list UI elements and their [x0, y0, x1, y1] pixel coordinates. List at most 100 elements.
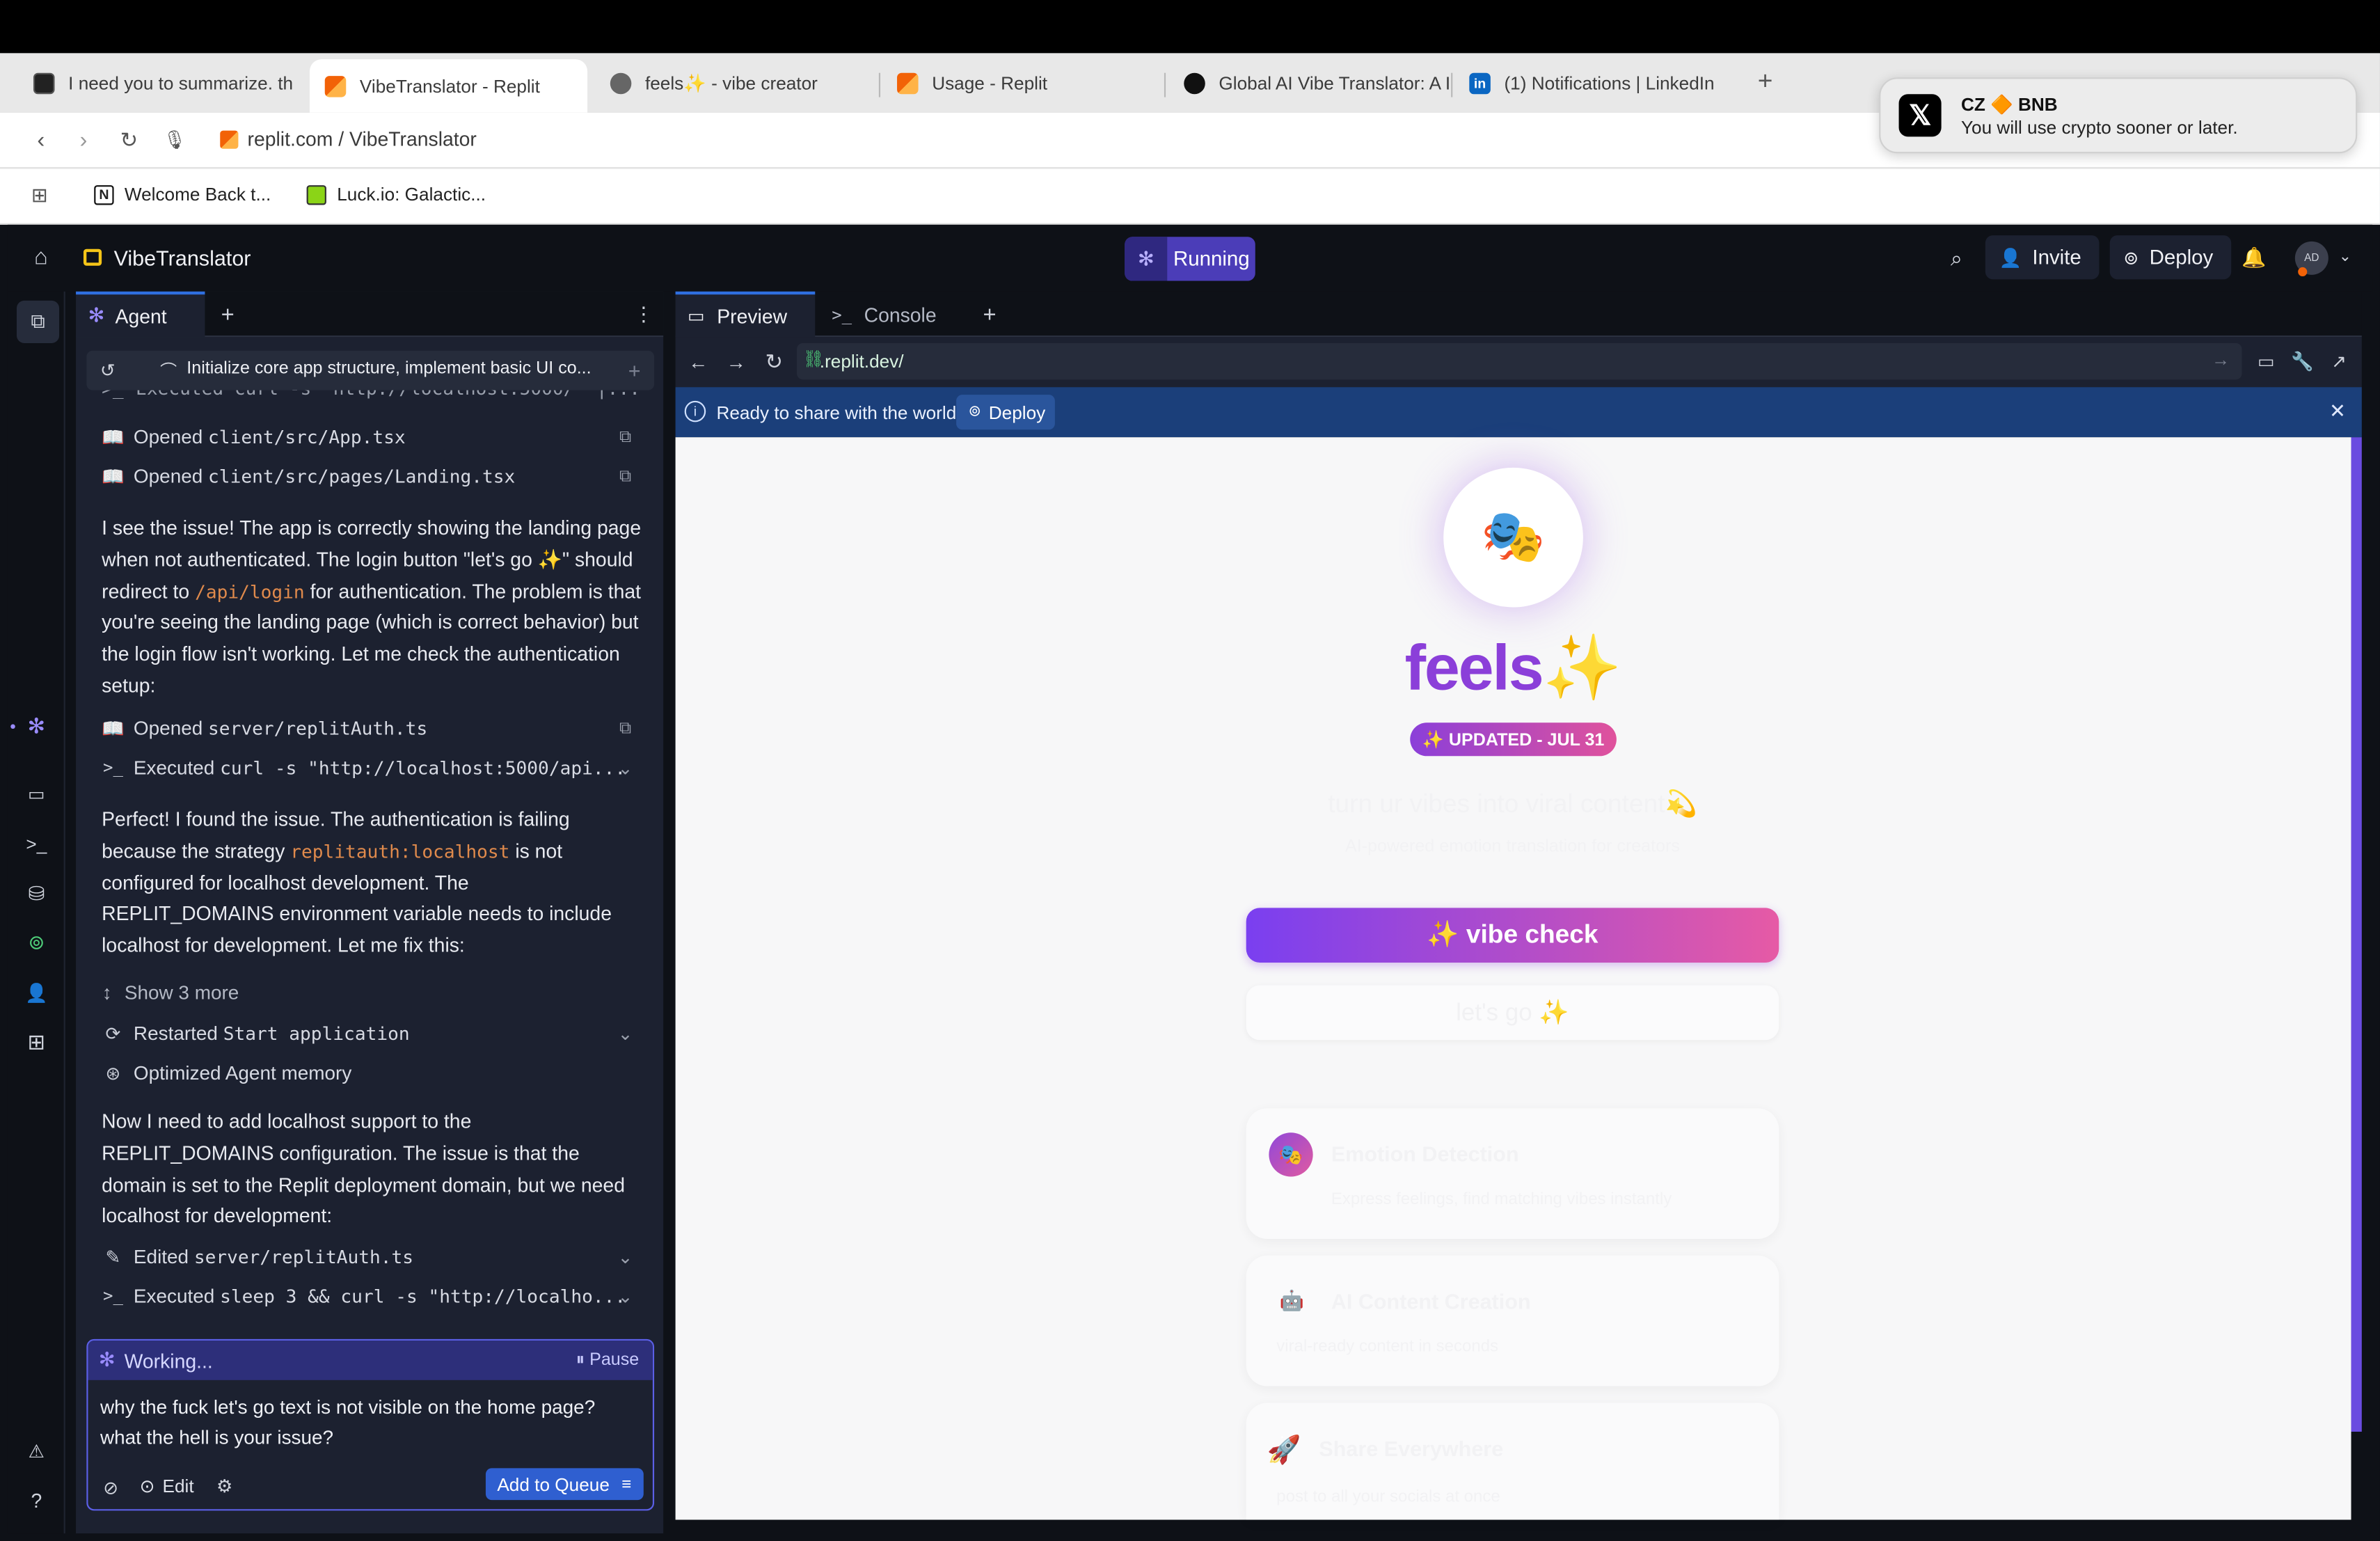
working-label: Working...	[124, 1349, 213, 1372]
executed-command-row[interactable]: >_ Executed sleep 3 && curl -s "http://l…	[102, 1284, 626, 1307]
inline-code: replitauth:localhost	[290, 840, 510, 862]
feature-desc: viral-ready content in seconds	[1276, 1337, 1499, 1356]
back-arrow-icon[interactable]: ‹	[27, 126, 54, 153]
chevron-down-icon[interactable]: ⌄	[614, 757, 636, 779]
agent-icon[interactable]: ✻	[24, 713, 49, 738]
bookmark-item[interactable]: Luck.io: Galactic...	[306, 184, 486, 205]
new-tab-icon[interactable]: ⧉	[16, 300, 60, 343]
browser-tab[interactable]: in (1) Notifications | LinkedIn	[1454, 59, 1736, 106]
help-icon[interactable]: ?	[24, 1488, 49, 1512]
inline-code: /api/login	[195, 580, 305, 603]
tab-agent[interactable]: ✻ Agent	[76, 291, 205, 338]
history-icon[interactable]: ↺	[95, 358, 120, 383]
edit-mode-button[interactable]: ⊙ Edit	[140, 1476, 194, 1497]
working-status-bar: ✻ Working... ⏸ Pause	[88, 1341, 653, 1380]
console-icon[interactable]: >_	[24, 832, 49, 856]
devices-icon[interactable]: ▭	[2254, 349, 2278, 374]
replit-agent-icon: ✻	[1125, 237, 1168, 281]
opened-file-row[interactable]: 📖 Opened client/src/pages/Landing.tsx	[102, 464, 515, 487]
search-icon[interactable]: ⌕	[1944, 245, 1969, 270]
chevron-down-icon[interactable]: ⌄	[614, 1247, 636, 1268]
bell-icon[interactable]: 🔔	[2242, 246, 2266, 270]
pause-button[interactable]: ⏸ Pause	[576, 1350, 640, 1370]
deployments-icon[interactable]: ⊚	[24, 931, 49, 955]
add-to-queue-button[interactable]: Add to Queue ≡	[484, 1468, 644, 1501]
opened-file-row[interactable]: 📖 Opened client/src/App.tsx	[102, 425, 406, 448]
back-arrow-icon[interactable]: ←	[686, 349, 711, 374]
book-icon: 📖	[102, 717, 125, 739]
browser-tab-active[interactable]: VibeTranslator - Replit	[309, 59, 588, 113]
run-status-button[interactable]: ✻ Running	[1125, 237, 1255, 281]
restarted-row[interactable]: ⟳ Restarted Start application	[102, 1022, 410, 1045]
browser-tab[interactable]: Usage - Replit	[882, 59, 1164, 106]
row-path: curl -s "http://localhost:5000/api...	[220, 757, 626, 778]
deploy-button[interactable]: ⊚ Deploy	[2109, 235, 2232, 280]
all-tools-grid-icon[interactable]: ⊞	[24, 1029, 49, 1054]
chevron-down-icon[interactable]: ⌄	[614, 1023, 636, 1045]
agent-message-input[interactable]: why the fuck let's go text is not visibl…	[100, 1392, 617, 1451]
new-tab-plus-icon[interactable]: +	[1752, 67, 1779, 95]
bookmark-item[interactable]: N Welcome Back t...	[94, 184, 271, 205]
tab-console[interactable]: >_ Console	[820, 292, 960, 337]
emotion-detection-icon: 🎭	[1269, 1132, 1313, 1177]
lets-go-button[interactable]: let's go ✨	[1246, 985, 1779, 1041]
row-prefix: Restarted	[133, 1022, 218, 1045]
executed-command-row[interactable]: >_ Executed curl -s "http://localhost:50…	[102, 756, 626, 779]
row-path: sleep 3 && curl -s "http://localho...	[220, 1285, 626, 1307]
chevron-down-icon[interactable]: ⌄	[2336, 246, 2354, 267]
agent-history-bar[interactable]: ↺ ⌒ Initialize core app structure, imple…	[86, 350, 655, 390]
settings-sliders-icon[interactable]: ⚙	[214, 1476, 236, 1497]
reload-icon[interactable]: ↻	[116, 126, 143, 153]
tab-preview[interactable]: ▭ Preview	[675, 291, 816, 338]
preview-url-input[interactable]: ⛓ .replit.dev/ →	[797, 342, 2242, 380]
open-new-window-icon[interactable]: ↗	[2327, 349, 2351, 374]
banner-deploy-button[interactable]: ⊚ Deploy	[956, 395, 1055, 430]
edited-file-row[interactable]: ✎ Edited server/replitAuth.ts	[102, 1245, 414, 1268]
more-options-icon[interactable]: ⋮	[633, 302, 655, 326]
replit-favicon-icon	[897, 72, 919, 94]
project-name[interactable]: VibeTranslator	[114, 246, 251, 270]
row-text: Optimized Agent memory	[133, 1061, 352, 1084]
edit-file-icon: ✎	[105, 1245, 121, 1267]
terminal-icon: >_	[103, 757, 123, 777]
reload-icon[interactable]: ↻	[762, 349, 786, 374]
add-tab-plus-icon[interactable]: +	[216, 301, 240, 327]
terminal-icon: >_	[103, 1286, 123, 1306]
feature-title: Emotion Detection	[1331, 1141, 1519, 1167]
checkpoint-icon: ⌒	[160, 363, 177, 381]
app-tagline: turn ur vibes into viral content💫	[1328, 789, 1697, 819]
close-icon[interactable]: ✕	[2327, 400, 2349, 422]
preview-monitor-icon[interactable]: ▭	[24, 782, 49, 806]
go-arrow-icon[interactable]: →	[2212, 349, 2230, 371]
forward-arrow-icon[interactable]: ›	[70, 126, 97, 153]
x-notification-popup[interactable]: 𝕏 CZ 🔶 BNB You will use crypto sooner or…	[1879, 77, 2358, 154]
forward-arrow-icon[interactable]: →	[724, 349, 748, 374]
preview-scrollbar[interactable]	[2351, 437, 2362, 1432]
add-tab-plus-icon[interactable]: +	[978, 301, 1002, 327]
apps-grid-icon[interactable]: ⊞	[29, 184, 50, 207]
browser-tab[interactable]: I need you to summarize. th	[18, 59, 301, 106]
system-menu-bar	[0, 0, 2380, 54]
feature-card: 🤖 AI Content Creation viral-ready conten…	[1246, 1255, 1779, 1386]
tab-label: Usage - Replit	[932, 72, 1048, 94]
invite-button[interactable]: 👤 Invite	[1985, 235, 2100, 280]
open-file-icon[interactable]: ⧉	[614, 466, 636, 488]
database-icon[interactable]: ⛁	[24, 882, 49, 906]
new-chat-plus-icon[interactable]: +	[622, 358, 646, 383]
show-more-button[interactable]: ↕ Show 3 more	[95, 981, 239, 1004]
browser-tab[interactable]: feels✨ - vibe creator	[595, 59, 878, 106]
user-check-icon[interactable]: 👤	[24, 981, 49, 1005]
browser-tab[interactable]: Global AI Vibe Translator: A I	[1168, 59, 1451, 106]
vibe-check-button[interactable]: ✨ vibe check	[1246, 908, 1779, 963]
alerts-icon[interactable]: ⚠	[24, 1439, 49, 1464]
url-text[interactable]: replit.com / VibeTranslator	[248, 127, 477, 150]
devtools-wrench-icon[interactable]: 🔧	[2290, 349, 2315, 374]
open-file-icon[interactable]: ⧉	[614, 718, 636, 740]
microphone-icon[interactable]: 🎙	[161, 126, 188, 153]
open-file-icon[interactable]: ⧉	[614, 427, 636, 448]
chevron-down-icon[interactable]: ⌄	[614, 1286, 636, 1308]
row-prefix: Opened	[133, 464, 203, 488]
home-icon[interactable]: ⌂	[29, 244, 53, 269]
attach-paperclip-icon[interactable]: ⊘	[100, 1477, 122, 1499]
opened-file-row[interactable]: 📖 Opened server/replitAuth.ts	[102, 717, 427, 740]
